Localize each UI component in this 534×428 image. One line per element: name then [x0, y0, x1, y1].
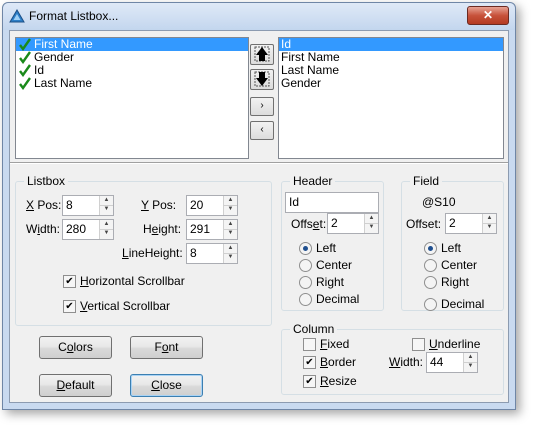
header-group: Header Id Offset: 2 ▲ ▼ Left Center Right … [281, 174, 384, 311]
ypos-spinner[interactable]: ▲ ▼ [223, 196, 237, 215]
ypos-label: Y Pos: [141, 198, 177, 212]
add-field-button[interactable]: › [250, 97, 274, 116]
ypos-input[interactable]: 20 ▲ ▼ [186, 195, 238, 216]
list-item-label: Id [34, 63, 45, 77]
format-listbox-window: Format Listbox... ✕ First Name Gender Id… [2, 2, 516, 410]
fixed-checkbox[interactable] [303, 338, 316, 351]
colors-button[interactable]: Colors [39, 336, 112, 359]
column-group-label: Column [290, 322, 338, 336]
move-down-icon [254, 71, 270, 87]
resize-checkbox[interactable]: ✔ [303, 375, 316, 388]
move-down-button[interactable] [250, 69, 274, 90]
check-icon [19, 51, 31, 64]
field-align-left-radio[interactable] [424, 242, 437, 255]
listbox-group: Listbox X Pos: 8 ▲ ▼ Y Pos: 20 ▲ ▼ Width: 28… [15, 174, 272, 326]
field-align-decimal-radio[interactable] [424, 298, 437, 311]
field-align-left-label: Left [441, 241, 462, 255]
header-align-right-radio[interactable] [299, 276, 312, 289]
vertical-scrollbar-label: Vertical Scrollbar [80, 299, 171, 313]
horizontal-scrollbar-label: Horizontal Scrollbar [80, 274, 185, 288]
field-offset-label: Offset: [406, 217, 442, 231]
list-item[interactable]: Gender [279, 77, 503, 90]
column-group: Column Fixed Underline ✔ Border Width: 4… [281, 322, 504, 395]
list-item-label: Last Name [34, 76, 93, 90]
header-align-left-radio[interactable] [299, 242, 312, 255]
header-align-decimal-radio[interactable] [299, 293, 312, 306]
underline-checkbox[interactable] [412, 338, 425, 351]
xpos-input[interactable]: 8 ▲ ▼ [62, 195, 114, 216]
list-item-label: First Name [34, 37, 93, 51]
column-width-label: Width: [389, 355, 424, 369]
header-group-label: Header [290, 174, 336, 188]
check-icon [19, 64, 31, 77]
xpos-label: X Pos: [26, 198, 62, 212]
header-align-left-label: Left [316, 241, 337, 255]
field-align-right-radio[interactable] [424, 276, 437, 289]
height-label: Height: [143, 222, 182, 236]
field-align-center-radio[interactable] [424, 259, 437, 272]
field-align-right-label: Right [441, 275, 470, 289]
separator [10, 162, 508, 164]
underline-label: Underline [429, 337, 481, 351]
header-align-right-label: Right [316, 275, 345, 289]
list-item[interactable]: Gender [16, 51, 248, 64]
default-button[interactable]: Default [39, 374, 112, 397]
width-label: Width: [26, 222, 61, 236]
title-bar: Format Listbox... ✕ [3, 3, 515, 30]
list-item[interactable]: Last Name [16, 77, 248, 90]
selected-fields-list[interactable]: Id First Name Last Name Gender [278, 37, 504, 159]
close-button[interactable]: Close [130, 374, 203, 397]
lineheight-label: LineHeight: [122, 246, 183, 260]
field-format-text: @S10 [422, 195, 456, 209]
header-align-decimal-label: Decimal [316, 292, 360, 306]
border-label: Border [320, 355, 357, 369]
field-align-center-label: Center [441, 258, 478, 272]
column-width-spinner[interactable]: ▲ ▼ [463, 353, 477, 372]
fixed-label: Fixed [320, 337, 350, 351]
height-input[interactable]: 291 ▲ ▼ [186, 219, 238, 240]
horizontal-scrollbar-checkbox[interactable]: ✔ [63, 275, 76, 288]
move-up-button[interactable] [250, 44, 274, 65]
available-fields-list[interactable]: First Name Gender Id Last Name [15, 37, 249, 159]
header-offset-spinner[interactable]: ▲ ▼ [364, 214, 378, 233]
header-text-input[interactable]: Id [285, 192, 379, 213]
header-align-center-label: Center [316, 258, 353, 272]
header-offset-input[interactable]: 2 ▲ ▼ [327, 213, 379, 234]
header-offset-label: Offset: [291, 217, 327, 231]
check-icon [19, 38, 31, 51]
xpos-spinner[interactable]: ▲ ▼ [99, 196, 113, 215]
field-align-decimal-label: Decimal [441, 297, 485, 311]
header-align-center-radio[interactable] [299, 259, 312, 272]
listbox-group-label: Listbox [24, 174, 69, 188]
font-button[interactable]: Font [130, 336, 203, 359]
remove-field-button[interactable]: ‹ [250, 121, 274, 140]
lineheight-spinner[interactable]: ▲ ▼ [223, 244, 237, 263]
resize-label: Resize [320, 374, 357, 388]
column-width-input[interactable]: 44 ▲ ▼ [426, 352, 478, 373]
border-checkbox[interactable]: ✔ [303, 356, 316, 369]
height-spinner[interactable]: ▲ ▼ [223, 220, 237, 239]
app-icon [9, 9, 25, 23]
width-input[interactable]: 280 ▲ ▼ [62, 219, 114, 240]
width-spinner[interactable]: ▲ ▼ [99, 220, 113, 239]
field-group-label: Field [410, 174, 443, 188]
field-group: Field @S10 Offset: 2 ▲ ▼ Left Center Right… [401, 174, 504, 311]
move-up-icon [254, 46, 270, 62]
check-icon [19, 77, 31, 90]
field-offset-input[interactable]: 2 ▲ ▼ [445, 213, 497, 234]
dialog-client: First Name Gender Id Last Name › ‹ Id Fi… [9, 30, 509, 403]
window-title: Format Listbox... [29, 9, 119, 23]
vertical-scrollbar-checkbox[interactable]: ✔ [63, 300, 76, 313]
window-close-button[interactable]: ✕ [467, 6, 509, 25]
field-offset-spinner[interactable]: ▲ ▼ [482, 214, 496, 233]
lineheight-input[interactable]: 8 ▲ ▼ [186, 243, 238, 264]
list-item-label: Gender [34, 50, 75, 64]
